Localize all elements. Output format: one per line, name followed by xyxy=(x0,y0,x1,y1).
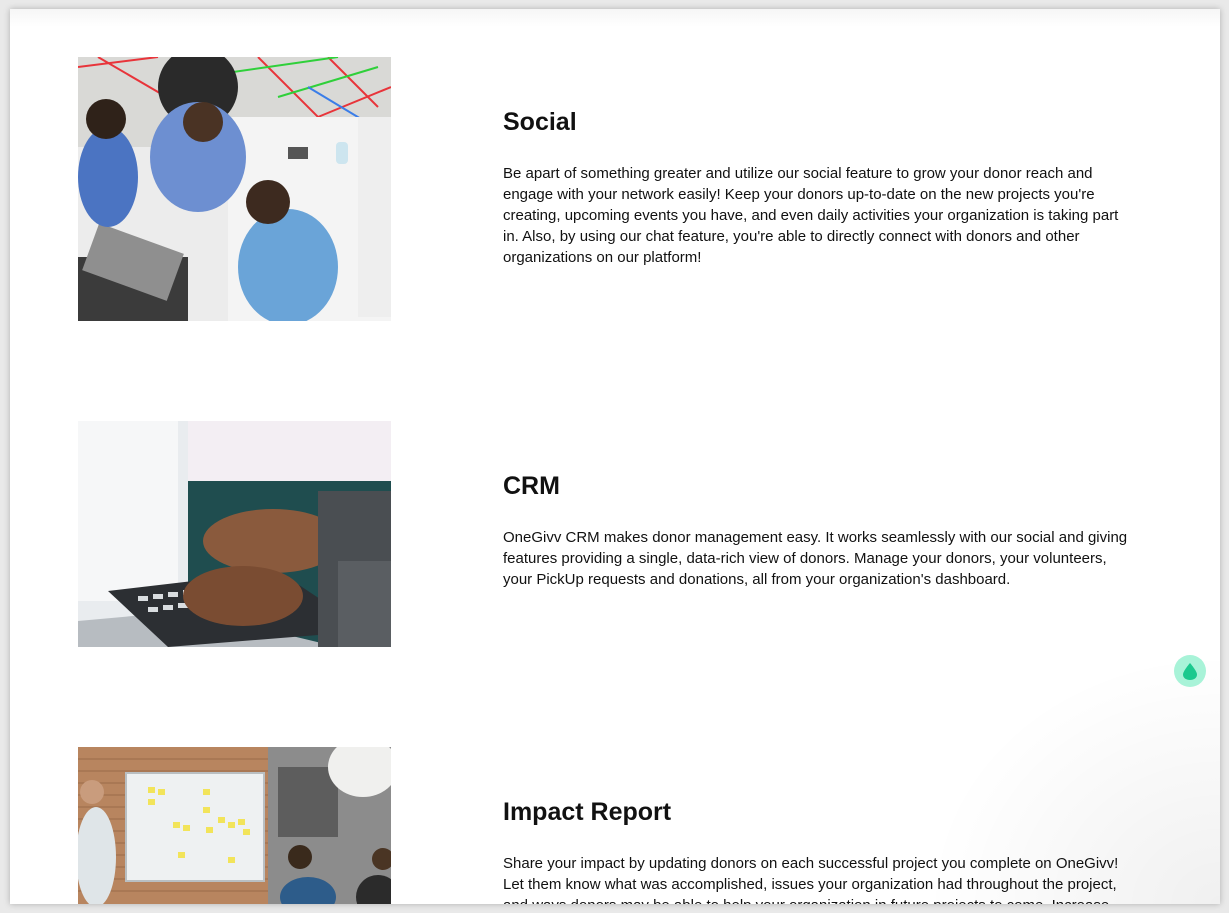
feature-title: Social xyxy=(503,108,577,136)
chat-drop-icon xyxy=(1183,663,1197,680)
crm-feature-image xyxy=(78,421,391,647)
feature-description: Share your impact by updating donors on … xyxy=(503,855,1119,904)
impact-report-feature-text: Impact Report Share your impact by updat… xyxy=(503,797,1133,904)
social-feature-text: Social Be apart of something greater and… xyxy=(503,107,1133,268)
feature-title: Impact Report xyxy=(503,798,672,826)
social-feature-image xyxy=(78,57,391,321)
crm-feature-text: CRM OneGivv CRM makes donor management e… xyxy=(503,471,1133,590)
page-window: Social Be apart of something greater and… xyxy=(10,9,1220,904)
feature-title: CRM xyxy=(503,472,560,500)
feature-description: Be apart of something greater and utiliz… xyxy=(503,165,1119,266)
feature-description: OneGivv CRM makes donor management easy.… xyxy=(503,529,1128,588)
impact-report-feature-image xyxy=(78,747,391,904)
chat-widget-button[interactable] xyxy=(1174,655,1206,687)
